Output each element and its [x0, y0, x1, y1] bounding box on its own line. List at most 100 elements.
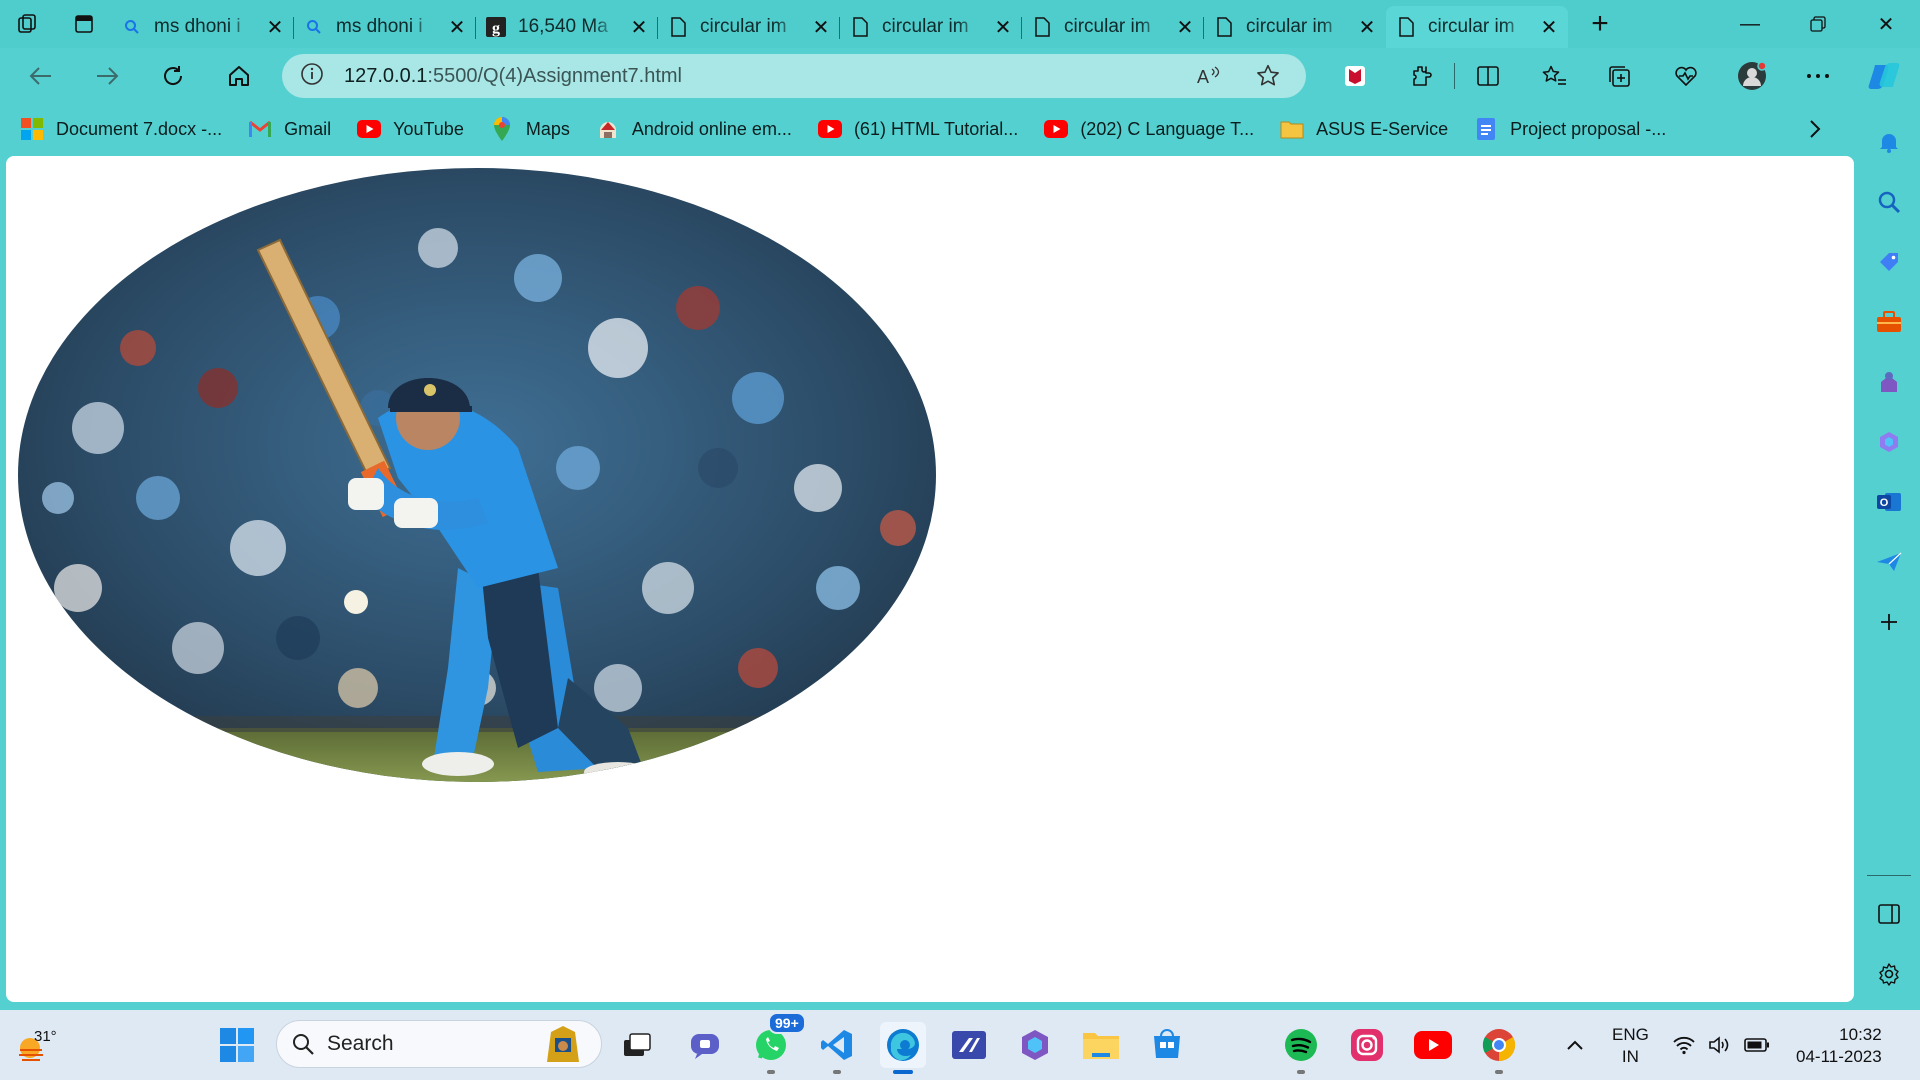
browser-essentials-icon[interactable] — [1653, 52, 1719, 100]
close-icon[interactable]: ✕ — [1176, 15, 1194, 40]
notification-badge: 99+ — [768, 1012, 806, 1034]
clock[interactable]: 10:32 04-11-2023 — [1796, 1024, 1882, 1068]
games-icon[interactable] — [1867, 360, 1911, 404]
tab-0[interactable]: ms dhoni i ✕ — [112, 7, 294, 47]
close-icon[interactable]: ✕ — [812, 15, 830, 40]
tab-3[interactable]: circular im ✕ — [658, 7, 840, 47]
bookmark-android[interactable]: Android online em... — [596, 118, 792, 140]
profile-avatar[interactable] — [1719, 52, 1785, 100]
file-explorer-icon[interactable] — [1078, 1022, 1124, 1068]
search-icon[interactable] — [1867, 180, 1911, 224]
tab-6[interactable]: circular im ✕ — [1204, 7, 1386, 47]
favorites-icon[interactable] — [1521, 52, 1587, 100]
chevron-right-icon[interactable] — [1800, 104, 1830, 154]
chrome-icon[interactable] — [1476, 1022, 1522, 1074]
bookmark-youtube[interactable]: YouTube — [357, 118, 464, 140]
edit-app-icon[interactable] — [946, 1022, 992, 1068]
shopping-tag-icon[interactable] — [1867, 240, 1911, 284]
mcafee-extension-icon[interactable] — [1322, 52, 1388, 100]
instagram-icon[interactable] — [1344, 1022, 1390, 1068]
bell-icon[interactable] — [1867, 120, 1911, 164]
running-indicator — [1297, 1070, 1305, 1074]
more-options-icon[interactable] — [1785, 52, 1851, 100]
close-icon[interactable]: ✕ — [1540, 15, 1558, 40]
settings-gear-icon[interactable] — [1867, 952, 1911, 996]
page-icon — [668, 17, 688, 37]
task-view-icon[interactable] — [614, 1022, 660, 1068]
search-placeholder: Search — [327, 1032, 394, 1055]
store-icon[interactable] — [1144, 1022, 1190, 1068]
tab-1[interactable]: ms dhoni i ✕ — [294, 7, 476, 47]
home-icon[interactable] — [206, 52, 272, 100]
tab-7-active[interactable]: circular im ✕ — [1386, 6, 1568, 48]
bookmark-c-language[interactable]: (202) C Language T... — [1044, 118, 1254, 140]
forward-icon[interactable] — [74, 52, 140, 100]
bookmark-document[interactable]: Document 7.docx -... — [20, 118, 222, 140]
svg-text:A: A — [1197, 67, 1209, 87]
extensions-icon[interactable] — [1388, 52, 1454, 100]
outlook-icon[interactable]: O — [1867, 480, 1911, 524]
workspaces-icon[interactable] — [0, 0, 56, 48]
vscode-icon[interactable] — [814, 1022, 860, 1074]
youtube-app-icon[interactable] — [1410, 1022, 1456, 1068]
spotify-icon[interactable] — [1278, 1022, 1324, 1074]
tab-4[interactable]: circular im ✕ — [840, 7, 1022, 47]
page-icon — [1396, 17, 1416, 37]
refresh-icon[interactable] — [140, 52, 206, 100]
drop-send-icon[interactable] — [1867, 540, 1911, 584]
close-icon[interactable]: ✕ — [630, 15, 648, 40]
tab-2[interactable]: g 16,540 Ma ✕ — [476, 7, 658, 47]
tab-5[interactable]: circular im ✕ — [1022, 7, 1204, 47]
tab-actions-icon[interactable] — [56, 0, 112, 48]
copilot-taskbar-icon[interactable] — [1012, 1022, 1058, 1068]
split-screen-icon[interactable] — [1455, 52, 1521, 100]
taskbar-search[interactable]: Search — [276, 1020, 602, 1068]
minimize-icon[interactable]: — — [1716, 0, 1784, 48]
info-icon[interactable] — [300, 62, 324, 91]
tools-briefcase-icon[interactable] — [1867, 300, 1911, 344]
page-icon — [850, 17, 870, 37]
copilot-sidebar-icon[interactable] — [1867, 420, 1911, 464]
favorite-star-icon[interactable] — [1248, 56, 1288, 96]
copilot-icon[interactable] — [1851, 52, 1917, 100]
hide-sidebar-icon[interactable] — [1867, 892, 1911, 936]
bookmark-maps[interactable]: Maps — [490, 117, 570, 141]
system-tray[interactable] — [1672, 1010, 1770, 1080]
address-bar[interactable]: 127.0.0.1:5500/Q(4)Assignment7.html A — [282, 54, 1306, 98]
input-language[interactable]: ENG IN — [1612, 1024, 1649, 1068]
running-indicator — [833, 1070, 841, 1074]
bookmark-html-tutorial[interactable]: (61) HTML Tutorial... — [817, 118, 1018, 140]
edge-icon[interactable] — [880, 1022, 926, 1074]
bookmarks-bar: Document 7.docx -... Gmail YouTube Maps … — [0, 104, 1860, 154]
running-indicator — [1495, 1070, 1503, 1074]
restore-icon[interactable] — [1784, 0, 1852, 48]
bookmark-label: Android online em... — [631, 118, 792, 139]
back-icon[interactable] — [8, 52, 74, 100]
search-highlight-icon — [547, 1026, 579, 1062]
close-window-icon[interactable]: ✕ — [1852, 0, 1920, 48]
close-icon[interactable]: ✕ — [994, 15, 1012, 40]
show-hidden-icons-chevron-up-icon[interactable] — [1552, 1022, 1598, 1068]
bookmark-gmail[interactable]: Gmail — [248, 118, 331, 140]
close-icon[interactable]: ✕ — [448, 15, 466, 40]
whatsapp-icon[interactable]: 99+ — [748, 1012, 806, 1074]
tab-title: circular im — [700, 16, 787, 37]
search-icon — [304, 17, 324, 37]
add-icon[interactable] — [1867, 600, 1911, 644]
start-button[interactable] — [214, 1022, 260, 1068]
read-aloud-icon[interactable]: A — [1190, 56, 1230, 96]
close-icon[interactable]: ✕ — [1358, 15, 1376, 40]
wifi-icon — [1673, 1036, 1695, 1055]
collections-icon[interactable] — [1587, 52, 1653, 100]
g-icon: g — [486, 17, 506, 37]
new-tab-button[interactable]: + — [1576, 4, 1624, 44]
url-text[interactable]: 127.0.0.1:5500/Q(4)Assignment7.html — [344, 65, 1190, 88]
tab-title: ms dhoni i — [154, 16, 241, 37]
close-icon[interactable]: ✕ — [266, 15, 284, 40]
bookmark-project-proposal[interactable]: Project proposal -... — [1474, 118, 1666, 140]
bookmark-asus-eservice[interactable]: ASUS E-Service — [1280, 118, 1448, 140]
teams-chat-icon[interactable] — [682, 1022, 728, 1068]
bookmark-label: Gmail — [284, 118, 332, 139]
tab-title: circular im — [1246, 16, 1333, 37]
weather-widget[interactable]: 31° — [14, 1018, 74, 1072]
